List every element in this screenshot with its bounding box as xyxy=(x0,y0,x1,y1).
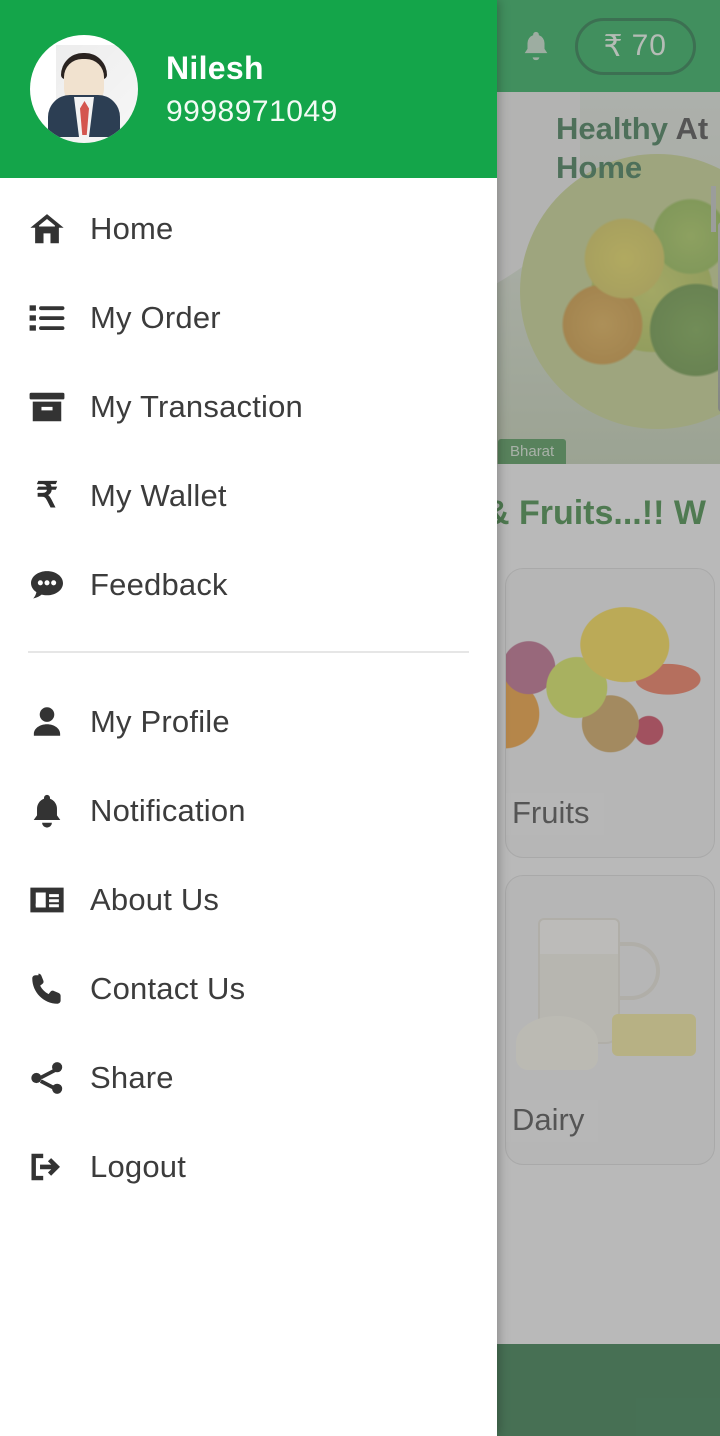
avatar[interactable] xyxy=(30,35,138,143)
menu-item-home[interactable]: Home xyxy=(0,184,497,273)
user-info: Nilesh 9998971049 xyxy=(166,50,338,129)
share-nodes-icon xyxy=(28,1059,66,1097)
drawer-menu: Home My Order My Transaction ₹ My Wallet xyxy=(0,178,497,1436)
user-name: Nilesh xyxy=(166,49,264,86)
id-card-icon xyxy=(28,881,66,919)
menu-label-feedback: Feedback xyxy=(90,566,228,602)
user-phone-number: 9998971049 xyxy=(166,94,338,128)
drawer-header: Nilesh 9998971049 xyxy=(0,0,497,178)
menu-item-feedback[interactable]: Feedback xyxy=(0,540,497,629)
list-icon xyxy=(28,299,66,337)
menu-label-about-us: About Us xyxy=(90,881,220,917)
app-screen: ₹ 70 Healthy At Home Bharat ...etables &… xyxy=(0,0,720,1436)
phone-icon xyxy=(28,970,66,1008)
menu-label-notification: Notification xyxy=(90,792,246,828)
menu-label-my-transaction: My Transaction xyxy=(90,388,303,424)
rupee-icon: ₹ xyxy=(28,477,66,515)
rupee-glyph: ₹ xyxy=(35,476,59,515)
menu-label-my-wallet: My Wallet xyxy=(90,477,227,513)
menu-label-contact-us: Contact Us xyxy=(90,970,246,1006)
menu-item-contact-us[interactable]: Contact Us xyxy=(0,944,497,1033)
bell-icon xyxy=(28,792,66,830)
menu-label-share: Share xyxy=(90,1059,174,1095)
archive-box-icon xyxy=(28,388,66,426)
sign-out-icon xyxy=(28,1148,66,1186)
menu-item-my-profile[interactable]: My Profile xyxy=(0,677,497,766)
navigation-drawer: Nilesh 9998971049 Home My Order My Trans… xyxy=(0,0,497,1436)
menu-item-my-transaction[interactable]: My Transaction xyxy=(0,362,497,451)
menu-item-notification[interactable]: Notification xyxy=(0,766,497,855)
menu-divider xyxy=(28,651,469,653)
menu-item-my-wallet[interactable]: ₹ My Wallet xyxy=(0,451,497,540)
comment-bubble-icon xyxy=(28,566,66,604)
home-icon xyxy=(28,210,66,248)
menu-label-logout: Logout xyxy=(90,1148,187,1184)
person-icon xyxy=(28,703,66,741)
menu-item-my-order[interactable]: My Order xyxy=(0,273,497,362)
menu-label-home: Home xyxy=(90,210,174,246)
menu-item-share[interactable]: Share xyxy=(0,1033,497,1122)
menu-item-about-us[interactable]: About Us xyxy=(0,855,497,944)
menu-item-logout[interactable]: Logout xyxy=(0,1122,497,1211)
menu-label-my-profile: My Profile xyxy=(90,703,230,739)
menu-label-my-order: My Order xyxy=(90,299,221,335)
